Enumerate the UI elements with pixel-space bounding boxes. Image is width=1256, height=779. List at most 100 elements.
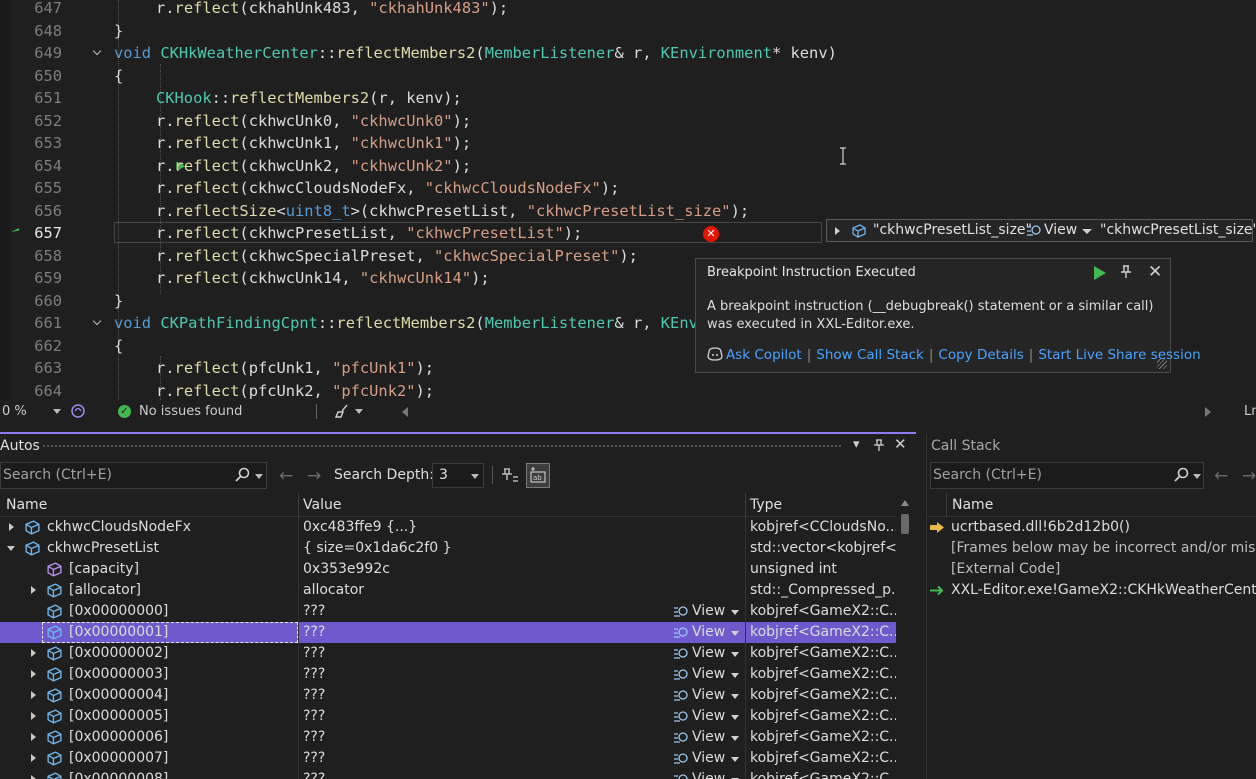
column-name[interactable]: Name [952,493,993,517]
column-value[interactable]: Value [303,493,341,517]
visualizer-icon[interactable] [673,647,689,661]
autos-row[interactable]: [0x00000007]??? View kobjref<GameX2::C... [0,748,896,769]
datatip-view-button[interactable]: View [1044,220,1077,241]
column-divider[interactable] [298,493,299,517]
scroll-right-icon[interactable] [1205,407,1211,417]
code-line[interactable]: 647 r.reflect(ckhahUnk483, "ckhahUnk483")… [0,0,1256,20]
variable-value[interactable]: ??? [303,727,671,748]
code-line[interactable]: 652 r.reflect(ckhwcUnk0, "ckhwcUnk0"); [0,110,1256,133]
autos-row[interactable]: [0x00000008]??? View kobjref<GameX2::C... [0,769,896,779]
chevron-down-icon[interactable] [355,409,363,414]
close-icon[interactable]: ✕ [894,435,907,453]
search-icon[interactable] [1173,467,1189,483]
copilot-icon[interactable] [70,403,86,419]
autos-row[interactable]: ckhwcPresetList { size=0x1da6c2f0 } std::v… [0,538,896,559]
pin-icon[interactable] [1120,265,1132,279]
search-previous-icon[interactable]: ← [1214,466,1228,486]
chevron-down-icon[interactable] [731,610,739,615]
chevron-down-icon[interactable] [53,409,61,414]
autos-row[interactable]: [0x00000004]??? View kobjref<GameX2::C... [0,685,896,706]
autos-title[interactable]: Autos [0,438,40,454]
call-stack-title[interactable]: Call Stack [931,438,1000,454]
chevron-down-icon[interactable] [731,715,739,720]
view-button[interactable]: View [692,706,725,727]
pin-source-icon[interactable] [498,463,522,488]
visualizer-icon[interactable] [673,605,689,619]
visualizer-icon[interactable] [1026,224,1042,238]
chevron-down-icon[interactable] [1082,229,1092,234]
continue-icon[interactable] [1094,266,1106,280]
variable-value[interactable]: allocator [303,580,671,601]
expand-arrow-icon[interactable] [31,754,36,762]
autos-row[interactable]: [0x00000003]??? View kobjref<GameX2::C... [0,664,896,685]
column-divider[interactable] [745,493,746,517]
code-line[interactable]: 649 void CKHkWeatherCenter::reflectMember… [0,42,1256,65]
collapse-arrow-icon[interactable] [7,546,15,551]
start-live-share-link[interactable]: Start Live Share session [1038,347,1200,363]
chevron-down-icon[interactable] [731,652,739,657]
fold-collapse-icon[interactable] [93,48,103,58]
variable-value[interactable]: 0xc483ffe9 {...} [303,517,671,538]
view-button[interactable]: View [692,748,725,769]
autos-row[interactable]: [0x00000005]??? View kobjref<GameX2::C... [0,706,896,727]
chevron-down-icon[interactable] [731,736,739,741]
autos-row[interactable]: [0x00000001]??? View kobjref<GameX2::C... [0,622,896,643]
autos-search-input[interactable]: Search (Ctrl+E) [0,462,267,489]
expand-arrow-icon[interactable] [9,523,14,531]
visualizer-icon[interactable] [673,626,689,640]
visualizer-icon[interactable] [673,731,689,745]
autos-row[interactable]: [0x00000002]??? View kobjref<GameX2::C... [0,643,896,664]
chevron-down-icon[interactable] [731,757,739,762]
view-button[interactable]: View [692,664,725,685]
call-stack-frame[interactable]: [External Code] [927,559,1256,580]
variable-value[interactable]: ??? [303,769,671,779]
resize-grip[interactable] [1157,359,1167,369]
autos-row[interactable]: [0x00000000]??? View kobjref<GameX2::C... [0,601,896,622]
view-button[interactable]: View [692,601,725,622]
call-stack-frame[interactable]: [Frames below may be incorrect and/or mi… [927,538,1256,559]
fold-collapse-icon[interactable] [93,318,103,328]
view-button[interactable]: View [692,685,725,706]
expand-arrow-icon[interactable] [31,670,36,678]
pin-icon[interactable] [874,439,884,452]
column-type[interactable]: Type [750,493,782,517]
visualizer-icon[interactable] [673,668,689,682]
variable-value[interactable]: ??? [303,622,671,643]
visualizer-icon[interactable] [673,752,689,766]
code-line[interactable]: 653 r.reflect(ckhwcUnk1, "ckhwcUnk1"); [0,132,1256,155]
ask-copilot-link[interactable]: Ask Copilot [726,347,802,363]
variable-value[interactable]: ??? [303,706,671,727]
hex-display-toggle[interactable]: ab [526,463,550,488]
search-icon[interactable] [234,467,250,483]
code-line[interactable]: 664 r.reflect(pfcUnk2, "pfcUnk2"); [0,380,1256,401]
expand-arrow-icon[interactable] [31,733,36,741]
chevron-down-icon[interactable] [731,631,739,636]
scroll-thumb[interactable] [901,514,909,534]
chevron-down-icon[interactable] [1193,474,1201,479]
expand-arrow-icon[interactable] [31,712,36,720]
issues-status[interactable]: No issues found [139,400,242,423]
search-next-icon[interactable]: → [1242,466,1256,486]
visualizer-icon[interactable] [673,710,689,724]
code-line[interactable]: 655 r.reflect(ckhwcCloudsNodeFx, "ckhwcCl… [0,177,1256,200]
datatip[interactable]: "ckhwcPresetList_size" View "ckhwcPreset… [826,219,1256,242]
view-button[interactable]: View [692,769,725,779]
code-line[interactable]: 650 { [0,65,1256,88]
expand-arrow-icon[interactable] [31,775,36,779]
call-stack-frame[interactable]: XXL-Editor.exe!GameX2::CKHkWeatherCenter… [927,580,1256,601]
scroll-up-icon[interactable] [901,500,909,506]
expand-arrow-icon[interactable] [31,586,36,594]
autos-row[interactable]: [allocator] allocator std::_Compressed_p..… [0,580,896,601]
visualizer-icon[interactable] [673,689,689,703]
variable-value[interactable]: ??? [303,748,671,769]
chevron-down-icon[interactable] [471,474,479,479]
view-button[interactable]: View [692,622,725,643]
call-stack-frame[interactable]: ucrtbased.dll!6b2d12b0() [927,517,1256,538]
code-cleanup-icon[interactable] [335,403,351,419]
line-column-indicator[interactable]: Ln [1244,400,1256,423]
variable-value[interactable]: { size=0x1da6c2f0 } [303,538,671,559]
drag-grip[interactable] [42,444,842,449]
autos-row[interactable]: ckhwcCloudsNodeFx 0xc483ffe9 {...} kobjref… [0,517,896,538]
expand-arrow-icon[interactable] [31,649,36,657]
call-stack-search-input[interactable]: Search (Ctrl+E) [930,462,1204,489]
